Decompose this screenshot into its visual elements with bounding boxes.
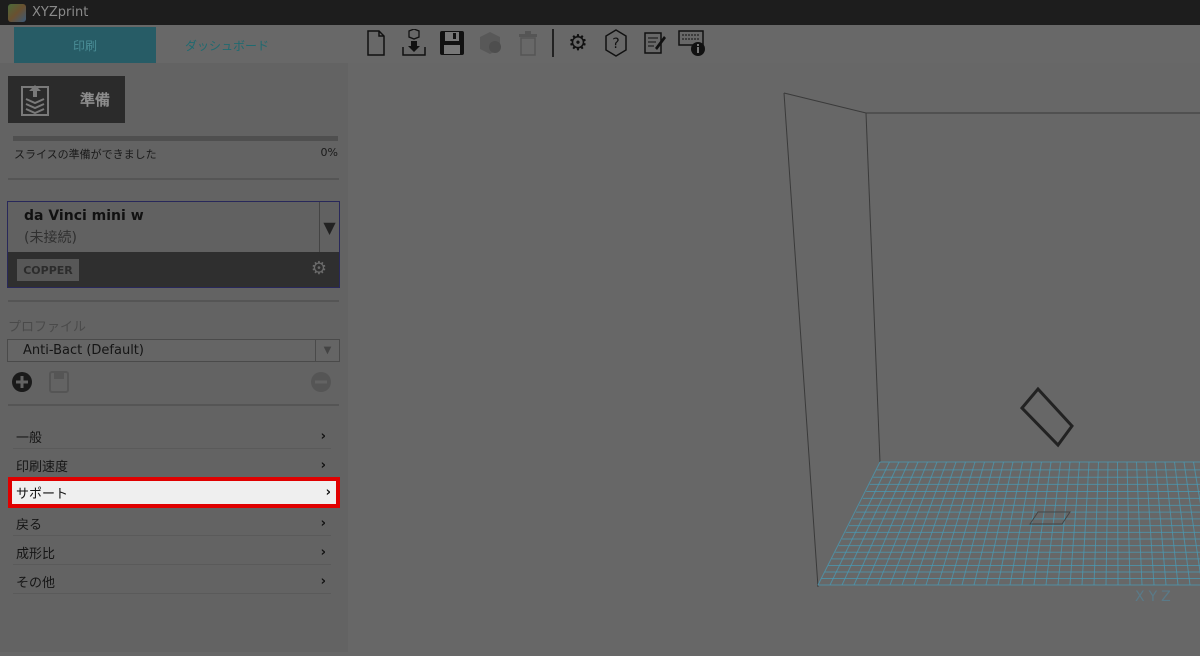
settings-icon[interactable]: ⚙ — [564, 29, 592, 57]
slice-progress-bar — [13, 136, 338, 141]
chevron-right-icon: › — [321, 574, 326, 589]
printer-status: (未接続) — [24, 227, 77, 247]
import-icon[interactable] — [400, 29, 428, 57]
printer-selector[interactable]: da Vinci mini w (未接続) ▼ COPPER ⚙ — [7, 201, 340, 288]
printer-name: da Vinci mini w — [24, 208, 144, 224]
chevron-right-icon: › — [321, 429, 326, 444]
remove-profile-icon — [310, 371, 332, 398]
title-bar: XYZprint — [0, 0, 1200, 25]
chevron-right-icon: › — [321, 516, 326, 531]
help-icon[interactable]: ? — [602, 29, 630, 57]
menu-item-raft[interactable]: 戻る › — [13, 512, 331, 536]
menu-label: 一般 — [16, 427, 42, 446]
prepare-label: 準備 — [80, 89, 110, 110]
menu-label: 印刷速度 — [16, 456, 68, 475]
chevron-right-icon: › — [321, 545, 326, 560]
model-object — [1022, 389, 1072, 445]
add-profile-icon[interactable] — [11, 371, 33, 398]
grid-line — [830, 462, 890, 585]
divider — [8, 404, 339, 406]
grid-line — [1070, 462, 1080, 585]
grid-line — [1094, 462, 1099, 585]
grid-line — [1106, 462, 1108, 585]
trash-icon — [514, 29, 542, 57]
slice-progress-text: 0% — [321, 146, 338, 159]
menu-label: サポート — [16, 483, 68, 502]
left-panel: 準備 スライスの準備ができました 0% da Vinci mini w (未接続… — [0, 63, 348, 652]
chevron-right-icon: › — [326, 485, 331, 500]
tab-print[interactable]: 印刷 — [14, 27, 156, 63]
grid-line — [1165, 462, 1178, 585]
profile-select[interactable]: Anti-Bact (Default) ▼ — [7, 339, 340, 362]
grid-line — [1146, 462, 1154, 585]
printer-dropdown-icon[interactable]: ▼ — [319, 202, 339, 252]
grid-line — [854, 462, 909, 585]
build-plate-grid — [818, 462, 1200, 585]
window-title: XYZprint — [32, 5, 88, 20]
top-bar: 印刷 ダッシュボード ⚙ ? — [0, 25, 1200, 63]
menu-label: その他 — [16, 572, 55, 591]
grid-line — [1082, 462, 1089, 585]
material-badge: COPPER — [17, 259, 79, 281]
grid-line — [998, 462, 1023, 585]
slice-status: スライスの準備ができました — [14, 146, 157, 162]
toolbar: ⚙ ? — [362, 29, 706, 57]
grid-line — [938, 462, 975, 585]
build-volume-frame — [784, 93, 1200, 587]
printer-gear-icon[interactable]: ⚙ — [311, 258, 327, 279]
build-volume: XYZ — [348, 63, 1200, 652]
new-file-icon[interactable] — [362, 29, 390, 57]
grid-line — [1184, 462, 1200, 585]
prepare-button[interactable]: 準備 — [8, 76, 125, 123]
grid-line — [1175, 462, 1191, 585]
menu-item-print-speed[interactable]: 印刷速度 › — [13, 454, 331, 478]
printer-material-bar: COPPER ⚙ — [8, 252, 339, 287]
profile-label: プロファイル — [8, 316, 86, 335]
grid-line — [1118, 462, 1119, 585]
brand-watermark: XYZ — [1135, 589, 1175, 605]
layers-upload-icon — [20, 83, 50, 117]
3d-viewport[interactable]: XYZ — [348, 63, 1200, 652]
menu-item-infill[interactable]: 成形比 › — [13, 541, 331, 565]
tab-dashboard[interactable]: ダッシュボード — [156, 27, 298, 63]
menu-label: 戻る — [16, 514, 42, 533]
menu-item-support[interactable]: サポート › — [8, 477, 340, 508]
grid-line — [926, 462, 966, 585]
profile-selected: Anti-Bact (Default) — [23, 343, 144, 358]
chevron-right-icon: › — [321, 458, 326, 473]
chevron-down-icon[interactable]: ▼ — [315, 340, 339, 361]
app-logo-icon — [8, 4, 26, 22]
svg-text:?: ? — [612, 36, 619, 52]
save-profile-icon — [49, 371, 69, 398]
divider — [8, 300, 339, 302]
save-icon[interactable] — [438, 29, 466, 57]
grid-line — [890, 462, 937, 585]
divider — [8, 178, 339, 180]
notes-icon[interactable] — [640, 29, 668, 57]
keyboard-info-icon[interactable] — [678, 29, 706, 57]
grid-line — [866, 462, 918, 585]
menu-item-general[interactable]: 一般 › — [13, 425, 331, 449]
menu-label: 成形比 — [16, 543, 55, 562]
model-repair-icon — [476, 29, 504, 57]
grid-line — [902, 462, 947, 585]
toolbar-divider — [552, 29, 554, 57]
grid-line — [1010, 462, 1032, 585]
grid-line — [1137, 462, 1143, 585]
grid-line — [1156, 462, 1167, 585]
grid-line — [1127, 462, 1130, 585]
menu-item-other[interactable]: その他 › — [13, 570, 331, 594]
